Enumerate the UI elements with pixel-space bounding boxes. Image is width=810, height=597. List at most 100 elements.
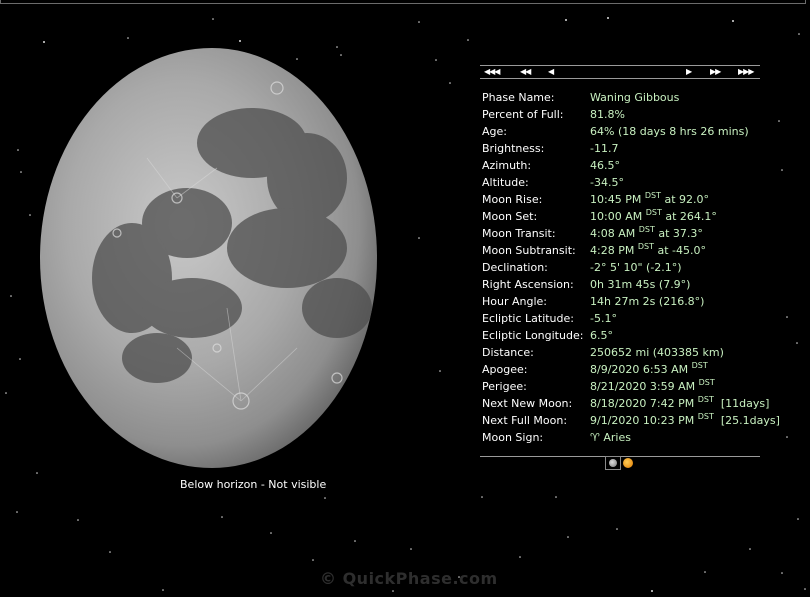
data-row: Next Full Moon: 9/1/2020 10:23 PM DST [25… bbox=[480, 412, 780, 429]
data-row-value: 4:08 AM DST at 37.3° bbox=[590, 225, 703, 242]
data-row-value-suffix: [11days] bbox=[713, 397, 770, 410]
data-row-value-suffix: [25.1days] bbox=[713, 414, 780, 427]
data-row-label: Altitude: bbox=[482, 176, 529, 189]
data-row-value-main: 64% (18 days 8 hrs 26 mins) bbox=[590, 125, 749, 138]
first-nav-button[interactable]: ◀◀◀ bbox=[484, 66, 501, 77]
data-row: Percent of Full: 81.8% bbox=[480, 106, 760, 123]
last-nav-button[interactable]: ▶▶▶ bbox=[738, 66, 755, 77]
moon-data-panel: ◀◀◀ ◀◀ ◀ ▶ ▶▶ ▶▶▶ Phase Name: Waning Gibb… bbox=[480, 65, 780, 446]
prev-nav-button[interactable]: ◀ bbox=[548, 66, 554, 77]
moon-view-icon[interactable] bbox=[605, 456, 621, 470]
data-row-value: -11.7 bbox=[590, 140, 618, 157]
data-row-value-main: 8/18/2020 7:42 PM bbox=[590, 397, 695, 410]
data-row-label: Hour Angle: bbox=[482, 295, 548, 308]
moon-data-rows: Phase Name: Waning Gibbous Percent of Full… bbox=[480, 89, 780, 446]
data-row-value: 8/9/2020 6:53 AM DST bbox=[590, 361, 708, 378]
data-row-value: -34.5° bbox=[590, 174, 624, 191]
data-row-value: ♈ Aries bbox=[590, 429, 631, 446]
data-row: Hour Angle: 14h 27m 2s (216.8°) bbox=[480, 293, 760, 310]
data-row-value: 6.5° bbox=[590, 327, 613, 344]
data-row-label: Next New Moon: bbox=[482, 397, 573, 410]
data-row-value: 64% (18 days 8 hrs 26 mins) bbox=[590, 123, 749, 140]
data-row-value-main: 6.5° bbox=[590, 329, 613, 342]
data-row-label: Ecliptic Longitude: bbox=[482, 329, 584, 342]
data-row-value-main: 250652 mi (403385 km) bbox=[590, 346, 724, 359]
data-row-value-main: -5.1° bbox=[590, 312, 617, 325]
data-row: Ecliptic Latitude: -5.1° bbox=[480, 310, 760, 327]
data-row-label: Declination: bbox=[482, 261, 548, 274]
data-row-label: Age: bbox=[482, 125, 507, 138]
dst-marker: DST bbox=[644, 191, 661, 200]
dst-marker: DST bbox=[698, 378, 715, 387]
dst-marker: DST bbox=[637, 242, 654, 251]
data-row: Distance: 250652 mi (403385 km) bbox=[480, 344, 760, 361]
data-row-value-main: -2° 5' 10" (-2.1°) bbox=[590, 261, 682, 274]
data-row-value-main: 9/1/2020 10:23 PM bbox=[590, 414, 695, 427]
data-row: Moon Set: 10:00 AM DST at 264.1° bbox=[480, 208, 760, 225]
dst-marker: DST bbox=[645, 208, 662, 217]
data-row-value: 4:28 PM DST at -45.0° bbox=[590, 242, 706, 259]
data-row: Brightness: -11.7 bbox=[480, 140, 760, 157]
data-row: Moon Sign: ♈ Aries bbox=[480, 429, 760, 446]
data-row-value: 14h 27m 2s (216.8°) bbox=[590, 293, 704, 310]
next-fast-nav-button[interactable]: ▶▶ bbox=[710, 66, 721, 77]
data-row-value-main: 4:08 AM bbox=[590, 227, 636, 240]
data-row: Azimuth: 46.5° bbox=[480, 157, 760, 174]
data-row: Apogee: 8/9/2020 6:53 AM DST bbox=[480, 361, 760, 378]
data-row-value-suffix: at 37.3° bbox=[654, 227, 703, 240]
data-row-value: -2° 5' 10" (-2.1°) bbox=[590, 259, 682, 276]
data-row-value-main: -11.7 bbox=[590, 142, 619, 155]
data-row-value-main: 0h 31m 45s (7.9°) bbox=[590, 278, 691, 291]
data-row-value-main: 14h 27m 2s (216.8°) bbox=[590, 295, 705, 308]
watermark: © QuickPhase.com bbox=[320, 569, 498, 588]
dst-marker: DST bbox=[697, 395, 714, 404]
data-row-value: 46.5° bbox=[590, 157, 620, 174]
data-row: Ecliptic Longitude: 6.5° bbox=[480, 327, 760, 344]
data-row-value: -5.1° bbox=[590, 310, 617, 327]
data-row-value-main: 8/9/2020 6:53 AM bbox=[590, 363, 689, 376]
data-row-value: 8/18/2020 7:42 PM DST [11days] bbox=[590, 395, 769, 412]
data-row-value-main: -34.5° bbox=[590, 176, 624, 189]
data-row-label: Azimuth: bbox=[482, 159, 532, 172]
data-row-value: 10:00 AM DST at 264.1° bbox=[590, 208, 717, 225]
data-row-value: 250652 mi (403385 km) bbox=[590, 344, 724, 361]
data-row-label: Right Ascension: bbox=[482, 278, 574, 291]
data-row-label: Moon Sign: bbox=[482, 431, 544, 444]
data-row-label: Distance: bbox=[482, 346, 534, 359]
next-nav-button[interactable]: ▶ bbox=[686, 66, 692, 77]
data-row-value-main: 8/21/2020 3:59 AM bbox=[590, 380, 696, 393]
data-row-value: Waning Gibbous bbox=[590, 89, 679, 106]
data-row-value-main: ♈ Aries bbox=[590, 431, 631, 444]
dst-marker: DST bbox=[697, 412, 714, 421]
data-row: Perigee: 8/21/2020 3:59 AM DST bbox=[480, 378, 760, 395]
prev-fast-nav-button[interactable]: ◀◀ bbox=[520, 66, 531, 77]
data-row-value-main: 81.8% bbox=[590, 108, 625, 121]
data-row: Moon Subtransit: 4:28 PM DST at -45.0° bbox=[480, 242, 760, 259]
data-row: Next New Moon: 8/18/2020 7:42 PM DST [11d… bbox=[480, 395, 769, 412]
data-row-label: Next Full Moon: bbox=[482, 414, 568, 427]
data-row-label: Moon Rise: bbox=[482, 193, 543, 206]
data-row: Altitude: -34.5° bbox=[480, 174, 760, 191]
data-row: Moon Rise: 10:45 PM DST at 92.0° bbox=[480, 191, 760, 208]
data-row-value-main: 4:28 PM bbox=[590, 244, 635, 257]
data-row-value-main: 10:45 PM bbox=[590, 193, 642, 206]
sun-view-icon[interactable] bbox=[623, 458, 633, 468]
data-row-label: Brightness: bbox=[482, 142, 545, 155]
moon-image bbox=[40, 48, 377, 468]
data-row-label: Apogee: bbox=[482, 363, 528, 376]
date-navigation-bar: ◀◀◀ ◀◀ ◀ ▶ ▶▶ ▶▶▶ bbox=[480, 65, 760, 79]
data-row-label: Moon Subtransit: bbox=[482, 244, 576, 257]
data-row-value-main: 46.5° bbox=[590, 159, 620, 172]
data-row-label: Ecliptic Latitude: bbox=[482, 312, 574, 325]
data-row: Declination: -2° 5' 10" (-2.1°) bbox=[480, 259, 760, 276]
data-row-value: 8/21/2020 3:59 AM DST bbox=[590, 378, 715, 395]
dst-marker: DST bbox=[691, 361, 708, 370]
data-row: Phase Name: Waning Gibbous bbox=[480, 89, 760, 106]
data-row-value: 0h 31m 45s (7.9°) bbox=[590, 276, 690, 293]
data-row-label: Moon Transit: bbox=[482, 227, 556, 240]
data-row-value: 9/1/2020 10:23 PM DST [25.1days] bbox=[590, 412, 780, 429]
data-row-value-main: 10:00 AM bbox=[590, 210, 643, 223]
data-row-label: Phase Name: bbox=[482, 91, 555, 104]
data-row-value-main: Waning Gibbous bbox=[590, 91, 680, 104]
data-row-value-suffix: at 92.0° bbox=[660, 193, 709, 206]
